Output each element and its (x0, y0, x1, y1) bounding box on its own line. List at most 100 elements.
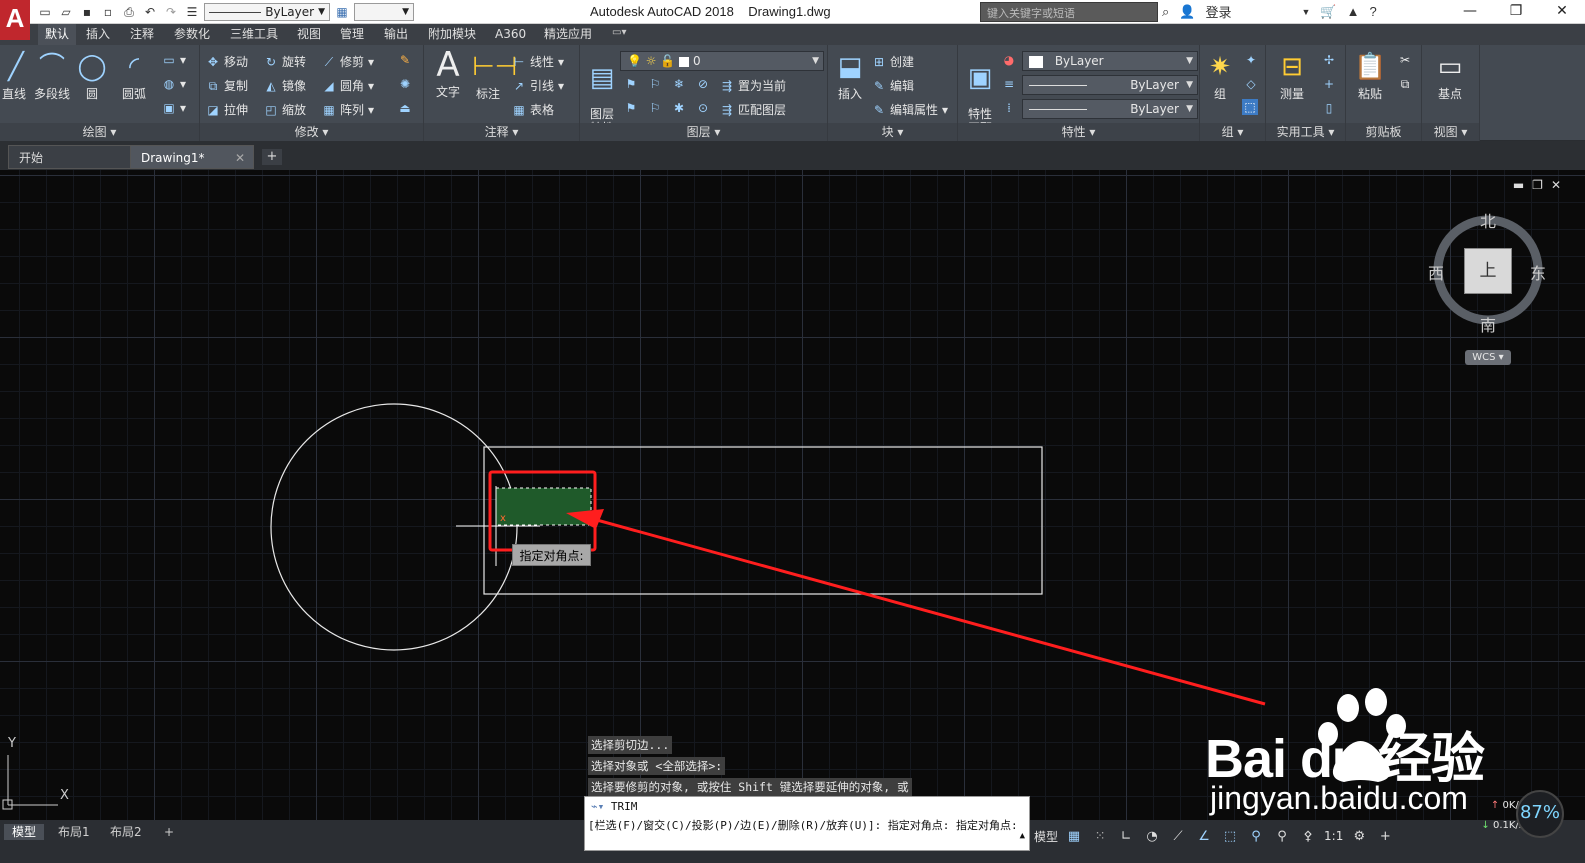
arc-button[interactable]: ◜ 圆弧 (114, 51, 154, 102)
osnap-icon[interactable]: ⬚ (1220, 826, 1240, 846)
restore-icon[interactable]: ❐ (1493, 0, 1539, 24)
viewcube-north[interactable]: 北 (1480, 208, 1496, 232)
layer-walk-icon[interactable]: ⚐ (648, 101, 662, 115)
edit-attributes-button[interactable]: ✎ 编辑属性 ▾ (872, 101, 948, 118)
save-as-icon[interactable]: ▫ (99, 3, 117, 21)
tab-view[interactable]: 视图 (293, 24, 325, 45)
binoculars-icon[interactable]: ⌕ (1162, 4, 1169, 20)
snap-icon[interactable]: ⁙ (1090, 826, 1110, 846)
tab-3d-tools[interactable]: 三维工具 (226, 24, 282, 45)
rotate-button[interactable]: ↻ 旋转 (264, 53, 306, 70)
polar-icon[interactable]: ◔ (1142, 826, 1162, 846)
hatch-icon[interactable]: ◍ ▾ (162, 77, 186, 91)
linetype-combo[interactable]: ByLayer ▼ (1022, 75, 1198, 95)
trim-button[interactable]: ⟋ 修剪 ▾ (322, 53, 374, 70)
move-button[interactable]: ✥ 移动 (206, 53, 248, 70)
edit-block-button[interactable]: ✎ 编辑 (872, 77, 914, 94)
viewcube-east[interactable]: 东 (1530, 260, 1546, 284)
help-icon[interactable]: ? (1369, 4, 1376, 19)
close-icon[interactable]: ✕ (1539, 0, 1585, 24)
panel-properties-title[interactable]: 特性 ▾ (958, 123, 1199, 141)
minimize-icon[interactable]: — (1447, 0, 1493, 24)
cart-icon[interactable]: 🛒 (1320, 4, 1336, 20)
linear-button[interactable]: ⊢ 线性 ▾ (512, 53, 564, 70)
base-view-button[interactable]: ▭ 基点 (1428, 51, 1472, 102)
group-select-icon[interactable]: ⬚ (1242, 99, 1258, 115)
match-layer-button[interactable]: ⇶ 匹配图层 (720, 101, 786, 118)
quick-calc-icon[interactable]: ✢ (1322, 53, 1336, 67)
layer-thaw-icon[interactable]: ✱ (672, 101, 686, 115)
drawn-circle[interactable] (270, 403, 518, 651)
paste-button[interactable]: 📋 粘贴 (1350, 51, 1390, 102)
region-icon[interactable]: ▣ ▾ (162, 101, 186, 115)
panel-block-title[interactable]: 块 ▾ (828, 123, 957, 141)
layer-isolate-icon[interactable]: ⚐ (648, 77, 662, 91)
leader-button[interactable]: ↗ 引线 ▾ (512, 77, 564, 94)
panel-groups-title[interactable]: 组 ▾ (1200, 123, 1265, 141)
viewcube-south[interactable]: 南 (1480, 312, 1496, 336)
panel-annotation-title[interactable]: 注释 ▾ (424, 123, 579, 141)
tab-start[interactable]: 开始 (8, 145, 132, 169)
redo-icon[interactable]: ↷ (162, 3, 180, 21)
ribbon-options-icon[interactable]: ▭▾ (612, 27, 626, 38)
stretch-button[interactable]: ◪ 拉伸 (206, 101, 248, 118)
tab-output[interactable]: 输出 (380, 24, 412, 45)
tab-insert[interactable]: 插入 (82, 24, 114, 45)
model-space-button[interactable]: 模型 (1034, 828, 1058, 845)
panel-modify-title[interactable]: 修改 ▾ (200, 123, 423, 141)
fillet-button[interactable]: ◢ 圆角 ▾ (322, 77, 374, 94)
qat-linetype-combo[interactable]: ▼ (354, 3, 414, 21)
layer-unisolate-icon[interactable]: ⚑ (624, 101, 638, 115)
array-button[interactable]: ▦ 阵列 ▾ (322, 101, 374, 118)
auto-scale-icon[interactable]: ⚲ (1272, 826, 1292, 846)
tab-model[interactable]: 模型 (4, 824, 45, 840)
panel-clipboard-title[interactable]: 剪贴板 (1346, 123, 1421, 141)
login-button[interactable]: 登录 (1205, 2, 1231, 21)
save-icon[interactable]: ▪ (78, 3, 96, 21)
tab-drawing1[interactable]: Drawing1* ✕ (130, 145, 254, 169)
tab-parametric[interactable]: 参数化 (170, 24, 214, 45)
mirror-button[interactable]: ◭ 镜像 (264, 77, 306, 94)
layer-lock-icon[interactable]: ⊘ (696, 77, 710, 91)
create-block-button[interactable]: ⊞ 创建 (872, 53, 914, 70)
insert-button[interactable]: ⬓ 插入 (832, 51, 868, 102)
set-current-button[interactable]: ⇶ 置为当前 (720, 77, 786, 94)
circle-button[interactable]: ◯ 圆 (76, 51, 108, 102)
panel-view-title[interactable]: 视图 ▾ (1422, 123, 1479, 141)
layer-unlock-icon[interactable]: ⊙ (696, 101, 710, 115)
login-dropdown-icon[interactable]: ▼ (1301, 7, 1310, 17)
offset-icon[interactable]: ⏏ (398, 101, 412, 115)
annotation-scale-icon[interactable]: ⚴ (1298, 826, 1318, 846)
id-point-icon[interactable]: + (1322, 77, 1336, 91)
tab-featured-apps[interactable]: 精选应用 (540, 24, 596, 45)
dimension-button[interactable]: ⊢⊣ 标注 (470, 51, 517, 102)
group-button[interactable]: ✷ 组 (1202, 51, 1238, 102)
polyline-button[interactable]: ⌒ 多段线 (32, 51, 72, 102)
calculator-icon[interactable]: ▯ (1322, 101, 1336, 115)
add-layout-icon[interactable]: + (156, 824, 182, 840)
color-combo[interactable]: ByLayer ▼ (1022, 51, 1198, 71)
group-edit-icon[interactable]: ◇ (1244, 77, 1258, 91)
lineweight-icon[interactable]: ⁞ (1002, 101, 1016, 115)
panel-layers-title[interactable]: 图层 ▾ (580, 123, 827, 141)
table-button[interactable]: ▦ 表格 (512, 101, 554, 118)
tab-a360[interactable]: A360 (491, 24, 530, 45)
plot-icon[interactable]: ⎙ (120, 3, 138, 21)
a360-icon[interactable]: ▲ (1347, 4, 1360, 19)
text-button[interactable]: A 文字 (430, 48, 466, 100)
scale-value[interactable]: 1:1 (1324, 829, 1343, 843)
app-menu-button[interactable]: A (0, 0, 30, 40)
performance-gauge[interactable]: 87% (1516, 790, 1564, 838)
grid-icon[interactable]: ▦ (1064, 826, 1084, 846)
explode-icon[interactable]: ✺ (398, 77, 412, 91)
command-scroll-icon[interactable]: ▲ (1020, 831, 1025, 841)
cut-icon[interactable]: ✂ (1398, 53, 1412, 67)
color-wheel-icon[interactable]: ◕ (1002, 53, 1016, 67)
workspace-gear-icon[interactable]: ⚙ (1349, 826, 1369, 846)
layer-freeze-icon[interactable]: ❄ (672, 77, 686, 91)
search-input[interactable]: 键入关键字或短语 (980, 2, 1158, 22)
ungroup-icon[interactable]: ✦ (1244, 53, 1258, 67)
tab-layout1[interactable]: 布局1 (50, 824, 98, 840)
tab-addins[interactable]: 附加模块 (424, 24, 480, 45)
command-line[interactable]: ⌁▾ TRIM [栏选(F)/窗交(C)/投影(P)/边(E)/删除(R)/放弃… (584, 796, 1030, 851)
